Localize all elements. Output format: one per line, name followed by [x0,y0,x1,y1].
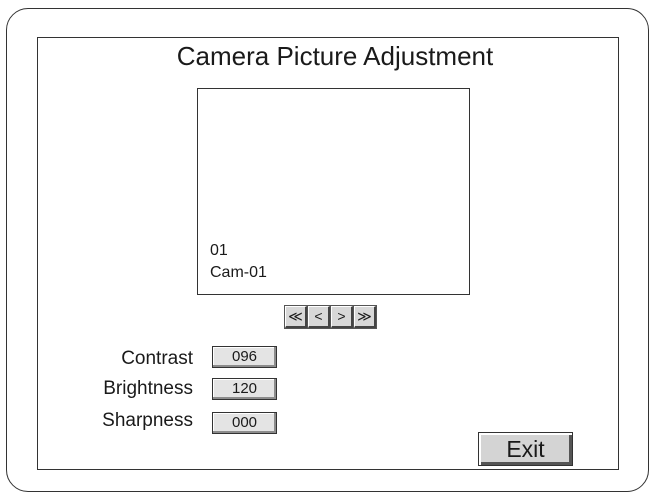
brightness-label: Brightness [103,378,193,399]
camera-name: Cam-01 [210,264,267,281]
contrast-label: Contrast [121,348,193,369]
exit-button[interactable]: Exit [478,432,573,466]
camera-navigation: ≪ < > ≫ [284,305,377,329]
brightness-field[interactable]: 120 [212,378,277,400]
camera-preview: 01 Cam-01 [197,88,470,295]
next-camera-button[interactable]: > [330,305,354,329]
first-camera-button[interactable]: ≪ [284,305,308,329]
camera-channel-number: 01 [210,242,228,259]
last-camera-button[interactable]: ≫ [353,305,377,329]
page-title: Camera Picture Adjustment [176,41,494,71]
sharpness-label: Sharpness [102,410,193,431]
contrast-field[interactable]: 096 [212,346,277,368]
previous-camera-button[interactable]: < [307,305,331,329]
sharpness-field[interactable]: 000 [212,412,277,434]
